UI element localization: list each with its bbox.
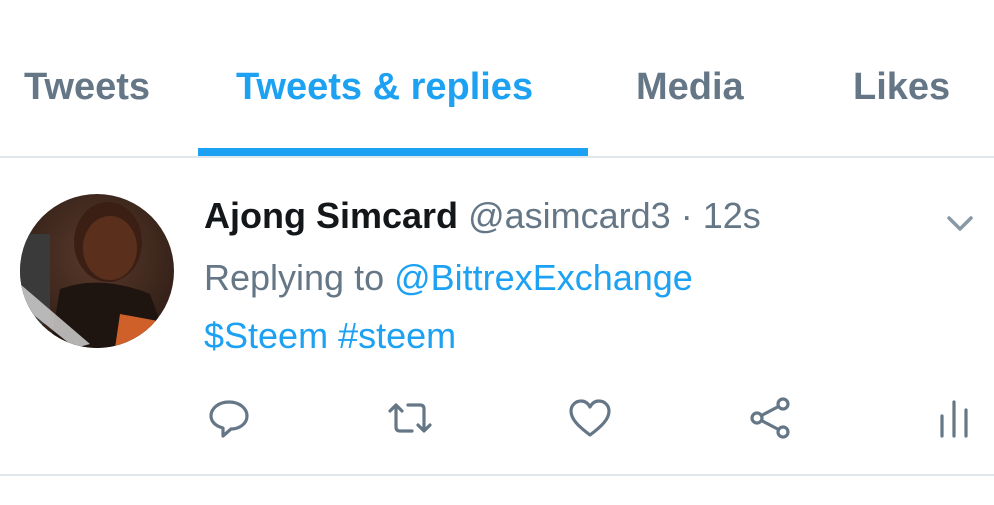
chevron-down-icon <box>947 216 973 231</box>
tab-tweets[interactable]: Tweets <box>24 66 150 158</box>
tab-likes[interactable]: Likes <box>853 66 950 158</box>
replying-to-label: Replying to <box>204 257 385 298</box>
profile-tabs: Tweets Tweets & replies Media Likes <box>0 0 994 158</box>
user-handle[interactable]: @asimcard3 <box>468 195 671 236</box>
retweet-icon <box>388 403 432 433</box>
active-tab-indicator <box>198 148 588 156</box>
like-button[interactable] <box>566 394 614 442</box>
cashtag-link[interactable]: $Steem <box>204 315 328 356</box>
tab-media[interactable]: Media <box>636 66 744 158</box>
reply-mention-link[interactable]: @BittrexExchange <box>394 257 693 298</box>
reply-button[interactable] <box>205 394 253 442</box>
tweet-text: $Steem #steem <box>204 314 456 358</box>
analytics-icon <box>940 400 968 438</box>
share-button[interactable] <box>746 394 794 442</box>
avatar[interactable] <box>20 194 174 348</box>
reply-icon <box>209 400 249 438</box>
retweet-button[interactable] <box>386 394 434 442</box>
share-icon <box>750 397 790 439</box>
tweet-item[interactable]: Ajong Simcard @asimcard3 · 12s Replying … <box>0 158 994 476</box>
timestamp[interactable]: 12s <box>703 195 761 236</box>
tab-tweets-and-replies[interactable]: Tweets & replies <box>236 66 533 158</box>
analytics-button[interactable] <box>930 394 978 442</box>
separator-dot: · <box>680 195 693 236</box>
profile-timeline: Tweets Tweets & replies Media Likes Ajon… <box>0 0 994 505</box>
heart-icon <box>569 399 611 437</box>
user-avatar-photo <box>20 194 174 348</box>
replying-to: Replying to @BittrexExchange <box>204 256 693 300</box>
display-name[interactable]: Ajong Simcard <box>204 195 458 236</box>
hashtag-link[interactable]: #steem <box>338 315 456 356</box>
tweet-menu-button[interactable] <box>943 206 977 240</box>
tweet-header: Ajong Simcard @asimcard3 · 12s <box>204 194 761 238</box>
